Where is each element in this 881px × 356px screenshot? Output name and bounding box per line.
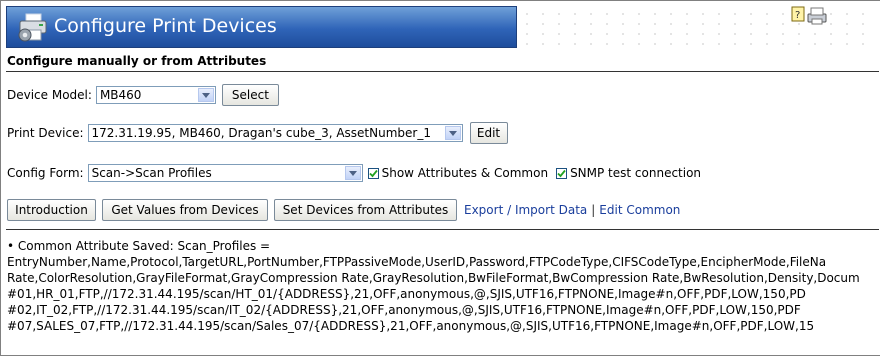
get-values-button[interactable]: Get Values from Devices	[102, 199, 268, 221]
divider	[6, 71, 879, 72]
config-form-value: Scan->Scan Profiles	[91, 166, 212, 180]
chevron-down-icon[interactable]	[344, 166, 361, 180]
printer-gear-icon	[18, 13, 47, 42]
select-button[interactable]: Select	[221, 84, 279, 106]
introduction-button[interactable]: Introduction	[7, 199, 96, 221]
config-form-row: Config Form: Scan->Scan Profiles Show At…	[7, 164, 701, 182]
checkmark-icon	[368, 169, 378, 177]
print-device-value: 172.31.19.95, MB460, Dragan's cube_3, As…	[91, 126, 431, 140]
result-line: EntryNumber,Name,Protocol,TargetURL,Port…	[7, 255, 827, 269]
snmp-test-checkbox[interactable]	[556, 167, 568, 179]
link-separator: |	[591, 203, 596, 217]
config-form-label: Config Form:	[7, 166, 84, 180]
device-model-select[interactable]: MB460	[95, 86, 216, 104]
print-device-label: Print Device:	[7, 126, 84, 140]
device-model-label: Device Model:	[7, 88, 92, 102]
show-attributes-checkbox[interactable]	[367, 167, 379, 179]
device-model-row: Device Model: MB460 Select	[7, 84, 279, 106]
header-banner: Configure Print Devices	[6, 6, 517, 48]
edit-common-link[interactable]: Edit Common	[599, 203, 680, 217]
result-heading: • Common Attribute Saved: Scan_Profiles …	[7, 239, 271, 253]
result-panel: • Common Attribute Saved: Scan_Profiles …	[7, 238, 879, 334]
page-title: Configure Print Devices	[54, 15, 277, 37]
print-device-select[interactable]: 172.31.19.95, MB460, Dragan's cube_3, As…	[87, 124, 463, 142]
export-import-link[interactable]: Export / Import Data	[464, 203, 587, 217]
chevron-down-icon[interactable]	[197, 88, 214, 102]
edit-device-button[interactable]: Edit	[469, 122, 508, 144]
checkmark-icon	[557, 169, 566, 177]
divider	[6, 229, 879, 230]
result-line: #07,SALES_07,FTP,//172.31.44.195/scan/Sa…	[7, 319, 815, 333]
device-model-value: MB460	[99, 88, 142, 102]
set-devices-button[interactable]: Set Devices from Attributes	[274, 199, 457, 221]
page-subtitle: Configure manually or from Attributes	[7, 54, 267, 68]
svg-text:?: ?	[795, 10, 800, 21]
snmp-test-label[interactable]: SNMP test connection	[570, 166, 701, 180]
result-line: #02,IT_02,FTP,//172.31.44.195/scan/IT_02…	[7, 303, 801, 317]
config-form-select[interactable]: Scan->Scan Profiles	[87, 164, 363, 182]
chevron-down-icon[interactable]	[444, 126, 461, 140]
actions-row: Introduction Get Values from Devices Set…	[7, 199, 680, 221]
show-attributes-label[interactable]: Show Attributes & Common	[382, 166, 548, 180]
print-device-row: Print Device: 172.31.19.95, MB460, Draga…	[7, 122, 508, 144]
result-line: Rate,ColorResolution,GrayFileFormat,Gray…	[7, 271, 860, 285]
help-print-icon[interactable]: ?	[790, 4, 830, 26]
result-line: #01,HR_01,FTP,//172.31.44.195/scan/HT_01…	[7, 287, 806, 301]
